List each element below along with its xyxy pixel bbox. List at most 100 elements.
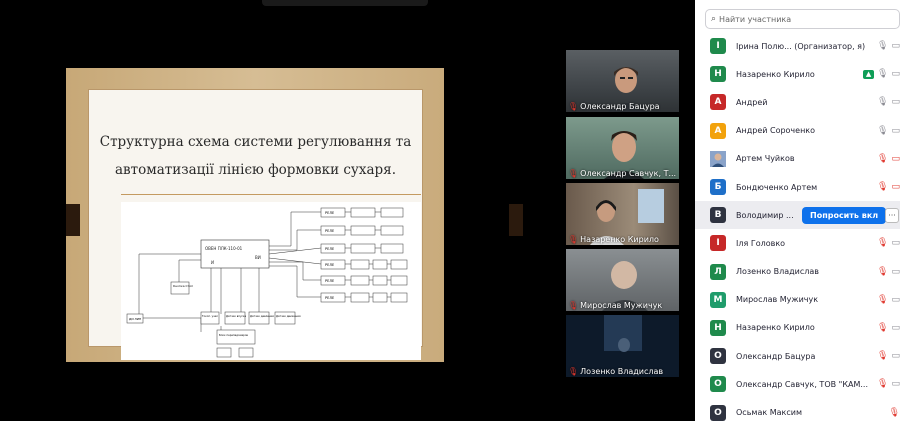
slide-frame: Структурна схема системи регулювання та … <box>66 68 523 362</box>
shared-screen: Структурна схема системи регулювання та … <box>0 68 543 362</box>
stop-button-label: Кнопка Стоп <box>173 284 193 288</box>
mic-muted-icon: 🎙︎ <box>568 169 579 178</box>
video-tile[interactable]: 🎙︎ Лозенко Владислав <box>566 315 679 377</box>
participant-name: Андрей <box>736 97 768 107</box>
video-tile[interactable]: 🎙︎ Назаренко Кирило <box>566 183 679 245</box>
participant-name: Мирослав Мужичук <box>736 295 819 305</box>
participant-name: Олександр Савчук, ТОВ "КАМ... <box>736 379 869 389</box>
participant-status-icons: 🎙︎ ▭ <box>877 182 900 192</box>
tile-name: Олександр Савчук, Т... <box>580 169 677 178</box>
mic-muted-icon: 🎙︎ <box>568 301 579 310</box>
participant-row[interactable]: В Володимир ... Попросить вкл ··· <box>695 201 900 230</box>
participant-name: Іля Головко <box>736 238 786 248</box>
participant-row[interactable]: Б Бондюченко Артем 🎙︎ ▭ <box>695 173 900 201</box>
mic-icon[interactable]: 🎙︎ <box>877 97 888 107</box>
mic-icon[interactable]: 🎙︎ <box>877 69 888 79</box>
relay-label-2: РЕЛЕ <box>325 229 334 233</box>
relay-label-3: РЕЛЕ <box>325 247 334 251</box>
avatar: Б <box>710 179 726 196</box>
participant-row[interactable]: Н Назаренко Кирило 🎙︎ ▭ <box>695 314 900 342</box>
mic-muted-icon[interactable]: 🎙︎ <box>877 351 888 361</box>
participant-name: Назаренко Кирило <box>736 323 815 333</box>
participant-row[interactable]: О Осьмак Максим 🎙︎ <box>695 398 900 421</box>
relay-label-1: РЕЛЕ <box>325 211 334 215</box>
video-muted-icon[interactable]: ▭ <box>891 154 900 164</box>
participants-panel: ⌕ ІІрина Полю... (Организатор, я)🎙︎▭ Н Наз… <box>695 0 900 421</box>
video-off-icon[interactable]: ▭ <box>891 41 900 51</box>
participant-row[interactable]: Л Лозенко Владислав 🎙︎ ▭ <box>695 258 900 286</box>
participant-row[interactable]: І Ірина Полю... (Организатор, я) 🎙︎ ▭ <box>695 32 900 60</box>
share-screen-icon: ▲ <box>863 69 875 79</box>
participant-status-icons: ▲ 🎙︎ ▭ <box>863 69 900 79</box>
video-off-icon[interactable]: ▭ <box>891 238 900 248</box>
participant-row[interactable]: Н Назаренко Кирило ▲ 🎙︎ ▭ <box>695 60 900 88</box>
video-off-icon[interactable]: ▭ <box>891 351 900 361</box>
ask-to-unmute-button[interactable]: Попросить вкл <box>802 207 887 225</box>
mic-muted-icon: 🎙︎ <box>568 235 579 244</box>
mic-muted-icon[interactable]: 🎙︎ <box>877 295 888 305</box>
participant-row[interactable]: О Олександр Савчук, ТОВ "КАМ... 🎙︎ ▭ <box>695 370 900 398</box>
relay-label-6: РЕЛЕ <box>325 296 334 300</box>
video-off-icon[interactable]: ▭ <box>891 295 900 305</box>
participant-search-input[interactable] <box>719 14 880 24</box>
mic-muted-icon[interactable]: 🎙︎ <box>877 323 888 333</box>
mic-muted-icon[interactable]: 🎙︎ <box>889 408 900 418</box>
participant-row[interactable]: М Мирослав Мужичук 🎙︎ ▭ <box>695 286 900 314</box>
video-tile[interactable]: 🎙︎ Олександр Савчук, Т... <box>566 117 679 179</box>
participant-status-icons: 🎙︎ ▭ <box>877 267 900 277</box>
avatar: Л <box>710 263 726 280</box>
controller-sub-left: И <box>211 260 214 265</box>
mic-icon[interactable]: 🎙︎ <box>877 41 888 51</box>
mic-icon[interactable]: 🎙︎ <box>877 126 888 136</box>
bottom-block-2: Датчик впуска <box>226 314 246 318</box>
participant-row[interactable]: А Андрей Сороченко 🎙︎ ▭ <box>695 117 900 145</box>
participant-status-icons: 🎙︎ ▭ <box>877 323 900 333</box>
avatar: О <box>710 376 726 393</box>
participant-list: І Ірина Полю... (Организатор, я) 🎙︎ ▭ Н Назар… <box>695 32 900 421</box>
participant-status-icons: 🎙︎ ▭ <box>877 351 900 361</box>
more-options-button[interactable]: ··· <box>885 208 899 224</box>
zoom-meeting-window: Структурна схема системи регулювання та … <box>0 0 900 421</box>
slide-side-tab-left <box>66 204 80 236</box>
relay-label-4: РЕЛЕ <box>325 263 334 267</box>
participant-row[interactable]: О Олександр Бацура 🎙︎ ▭ <box>695 342 900 370</box>
tile-name: Мирослав Мужичук <box>580 301 663 310</box>
participant-name: Володимир ... <box>736 210 794 220</box>
participant-name: Бондюченко Артем <box>736 182 818 192</box>
tile-name: Лозенко Владислав <box>580 367 664 376</box>
video-off-icon[interactable]: ▭ <box>891 126 900 136</box>
controller-label: ОВЕН ПЛК-110-01 <box>205 246 243 251</box>
participant-status-icons: 🎙︎ ▭ <box>877 295 900 305</box>
video-off-icon[interactable]: ▭ <box>891 323 900 333</box>
video-off-icon[interactable]: ▭ <box>891 267 900 277</box>
participant-search[interactable]: ⌕ <box>705 9 900 29</box>
speaker-strip-handle[interactable] <box>262 0 428 6</box>
participant-status-icons: 🎙︎ ▭ <box>877 379 900 389</box>
mic-muted-icon[interactable]: 🎙︎ <box>877 379 888 389</box>
avatar: Н <box>710 319 726 336</box>
participant-row[interactable]: А Андрей 🎙︎ ▭ <box>695 88 900 116</box>
participant-status-icons: 🎙︎ ▭ <box>877 154 900 164</box>
participant-row[interactable]: Артем Чуйков 🎙︎ ▭ <box>695 145 900 173</box>
participant-status-icons: 🎙︎ ▭ <box>877 41 900 51</box>
relay-rows: РЕЛЕ РЕЛЕ РЕЛЕ РЕЛЕ РЕЛЕ РЕЛЕ <box>320 207 408 303</box>
mic-muted-icon[interactable]: 🎙︎ <box>877 267 888 277</box>
video-off-icon[interactable]: ▭ <box>891 69 900 79</box>
mic-muted-icon[interactable]: 🎙︎ <box>877 154 888 164</box>
structural-diagram: ОВЕН ПЛК-110-01 И ВИ РЕЛЕ РЕЛЕ РЕЛЕ РЕЛЕ… <box>121 202 421 360</box>
mic-muted-icon[interactable]: 🎙︎ <box>877 238 888 248</box>
tile-name: Назаренко Кирило <box>580 235 659 244</box>
participant-status-icons: 🎙︎ <box>889 408 900 418</box>
search-icon: ⌕ <box>711 14 717 24</box>
video-tile[interactable]: 🎙︎ Олександр Бацура <box>566 50 679 112</box>
video-off-icon[interactable]: ▭ <box>891 379 900 389</box>
avatar: М <box>710 291 726 308</box>
participant-name: Осьмак Максим <box>736 408 802 418</box>
mic-muted-icon[interactable]: 🎙︎ <box>877 182 888 192</box>
video-muted-icon[interactable]: ▭ <box>891 182 900 192</box>
participant-name: Назаренко Кирило <box>736 69 815 79</box>
participant-row[interactable]: І Іля Головко 🎙︎ ▭ <box>695 229 900 257</box>
bottom-block-3: Датчик давления <box>250 314 274 318</box>
video-tile[interactable]: 🎙︎ Мирослав Мужичук <box>566 249 679 311</box>
video-off-icon[interactable]: ▭ <box>891 97 900 107</box>
